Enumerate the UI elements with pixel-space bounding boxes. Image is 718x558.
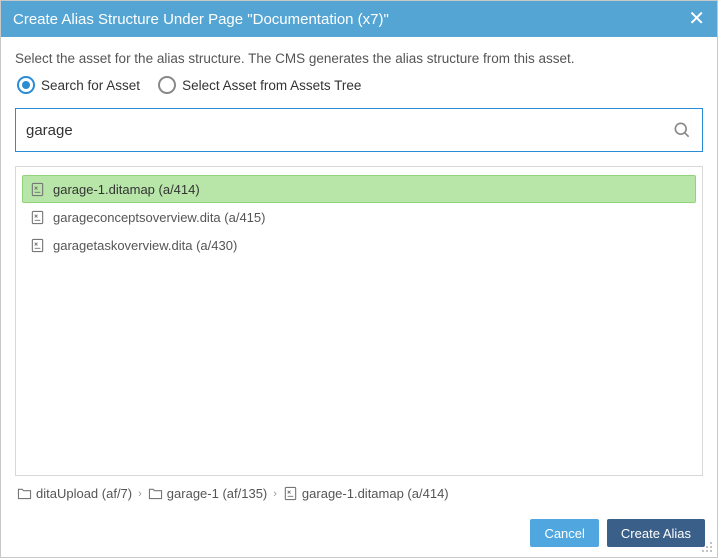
- result-label: garageconceptsoverview.dita (a/415): [53, 210, 265, 225]
- file-icon: [29, 237, 45, 253]
- results-list[interactable]: garage-1.ditamap (a/414) garageconceptsov…: [15, 166, 703, 476]
- breadcrumb-item[interactable]: garage-1.ditamap (a/414): [283, 486, 449, 501]
- search-field-wrap: [15, 108, 703, 152]
- result-label: garage-1.ditamap (a/414): [53, 182, 200, 197]
- folder-icon: [148, 487, 163, 500]
- cancel-button[interactable]: Cancel: [530, 519, 598, 547]
- breadcrumb-label: garage-1 (af/135): [167, 486, 267, 501]
- radio-dot-icon: [17, 76, 35, 94]
- chevron-right-icon: ›: [273, 488, 277, 500]
- breadcrumb-item[interactable]: garage-1 (af/135): [148, 486, 267, 501]
- create-alias-button[interactable]: Create Alias: [607, 519, 705, 547]
- radio-label: Select Asset from Assets Tree: [182, 78, 361, 93]
- radio-search-asset[interactable]: Search for Asset: [17, 76, 140, 94]
- chevron-right-icon: ›: [138, 488, 142, 500]
- folder-icon: [17, 487, 32, 500]
- file-icon: [29, 181, 45, 197]
- search-icon[interactable]: [672, 120, 692, 140]
- breadcrumb: ditaUpload (af/7) › garage-1 (af/135) › gara…: [15, 476, 703, 505]
- breadcrumb-label: garage-1.ditamap (a/414): [302, 486, 449, 501]
- result-row[interactable]: garagetaskoverview.dita (a/430): [22, 231, 696, 259]
- radio-select-tree[interactable]: Select Asset from Assets Tree: [158, 76, 361, 94]
- result-label: garagetaskoverview.dita (a/430): [53, 238, 237, 253]
- dialog-footer: Cancel Create Alias: [1, 513, 717, 557]
- file-icon: [283, 486, 298, 501]
- result-row[interactable]: garage-1.ditamap (a/414): [22, 175, 696, 203]
- mode-radio-group: Search for Asset Select Asset from Asset…: [15, 76, 703, 94]
- breadcrumb-label: ditaUpload (af/7): [36, 486, 132, 501]
- radio-dot-icon: [158, 76, 176, 94]
- instruction-text: Select the asset for the alias structure…: [15, 51, 703, 66]
- dialog-title: Create Alias Structure Under Page "Docum…: [13, 11, 389, 28]
- dialog-content: Select the asset for the alias structure…: [1, 37, 717, 513]
- close-icon[interactable]: ✕: [688, 9, 705, 29]
- result-row[interactable]: garageconceptsoverview.dita (a/415): [22, 203, 696, 231]
- breadcrumb-item[interactable]: ditaUpload (af/7): [17, 486, 132, 501]
- radio-label: Search for Asset: [41, 78, 140, 93]
- titlebar: Create Alias Structure Under Page "Docum…: [1, 1, 717, 37]
- dialog: Create Alias Structure Under Page "Docum…: [0, 0, 718, 558]
- file-icon: [29, 209, 45, 225]
- resize-grip-icon[interactable]: [701, 541, 713, 553]
- search-input[interactable]: [26, 109, 672, 151]
